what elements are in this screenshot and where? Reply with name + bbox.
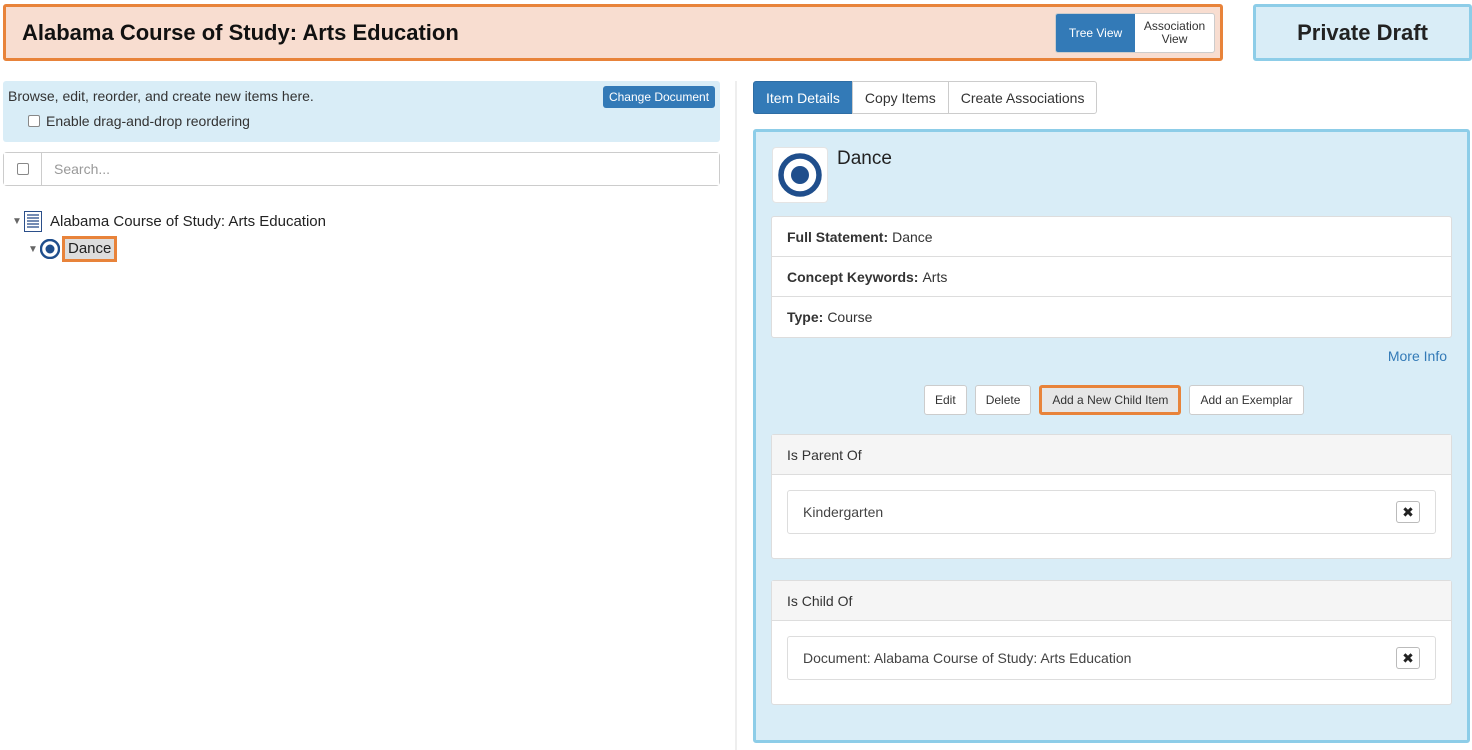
detail-tabs: Item Details Copy Items Create Associati…	[753, 81, 1098, 114]
browse-info-box: Browse, edit, reorder, and create new it…	[3, 81, 720, 142]
property-value: Course	[827, 309, 873, 325]
tree-item-dance[interactable]: Dance	[62, 236, 118, 262]
status-badge: Private Draft	[1253, 4, 1472, 61]
is-parent-of-heading: Is Parent Of	[772, 435, 1451, 475]
tab-item-details[interactable]: Item Details	[753, 81, 853, 114]
property-concept-keywords: Concept Keywords: Arts	[772, 257, 1451, 297]
tree-root-label[interactable]: Alabama Course of Study: Arts Education	[50, 213, 326, 230]
property-key: Concept Keywords:	[787, 268, 919, 285]
tree-child-row[interactable]: ▼ Dance	[28, 236, 118, 262]
item-details-panel: Dance Full Statement: Dance Concept Keyw…	[753, 129, 1470, 743]
item-properties: Full Statement: Dance Concept Keywords: …	[771, 216, 1452, 338]
document-header: Alabama Course of Study: Arts Education …	[3, 4, 1223, 61]
expand-arrow-icon[interactable]: ▼	[12, 216, 24, 227]
is-child-of-heading: Is Child Of	[772, 581, 1451, 621]
document-icon	[24, 211, 42, 232]
property-value: Dance	[892, 228, 933, 245]
info-text: Browse, edit, reorder, and create new it…	[8, 88, 314, 104]
is-parent-of-panel: Is Parent Of Kindergarten ✖	[771, 434, 1452, 559]
document-title: Alabama Course of Study: Arts Education	[22, 20, 459, 45]
select-all-checkbox[interactable]	[16, 163, 29, 175]
property-value: Arts	[922, 268, 948, 285]
target-icon	[777, 152, 823, 198]
add-exemplar-button[interactable]: Add an Exemplar	[1189, 385, 1304, 415]
edit-button[interactable]: Edit	[924, 385, 967, 415]
property-type: Type: Course	[772, 297, 1451, 337]
tab-copy-items[interactable]: Copy Items	[851, 81, 949, 114]
drag-drop-toggle: Enable drag-and-drop reordering	[28, 113, 250, 129]
drag-drop-label: Enable drag-and-drop reordering	[46, 113, 250, 129]
view-toggle: Tree View Association View	[1055, 13, 1215, 53]
remove-association-button[interactable]: ✖	[1396, 647, 1420, 669]
tree-root-row[interactable]: ▼ Alabama Course of Study: Arts Educatio…	[12, 211, 326, 232]
panel-divider	[735, 81, 737, 750]
is-child-of-panel: Is Child Of Document: Alabama Course of …	[771, 580, 1452, 705]
tab-create-associations[interactable]: Create Associations	[947, 81, 1098, 114]
property-full-statement: Full Statement: Dance	[772, 217, 1451, 257]
change-document-button[interactable]: Change Document	[603, 86, 715, 108]
association-item: Kindergarten ✖	[787, 490, 1436, 534]
close-icon: ✖	[1402, 649, 1414, 666]
more-info-link[interactable]: More Info	[1388, 348, 1447, 364]
tree-view-button[interactable]: Tree View	[1056, 14, 1135, 52]
association-label: Kindergarten	[803, 504, 884, 520]
close-icon: ✖	[1402, 503, 1414, 520]
delete-button[interactable]: Delete	[974, 385, 1032, 415]
add-child-item-button[interactable]: Add a New Child Item	[1039, 385, 1182, 415]
property-key: Type:	[787, 309, 824, 325]
item-actions: Edit Delete Add a New Child Item Add an …	[924, 385, 1312, 415]
item-icon-box	[772, 147, 828, 203]
select-all-addon	[4, 153, 42, 185]
property-key: Full Statement:	[787, 228, 889, 245]
target-icon	[40, 239, 60, 259]
association-label: Document: Alabama Course of Study: Arts …	[803, 650, 1132, 666]
association-item: Document: Alabama Course of Study: Arts …	[787, 636, 1436, 680]
drag-drop-checkbox[interactable]	[28, 115, 40, 127]
association-view-button[interactable]: Association View	[1135, 14, 1214, 52]
expand-arrow-icon[interactable]: ▼	[28, 244, 40, 255]
remove-association-button[interactable]: ✖	[1396, 501, 1420, 523]
item-title: Dance	[837, 148, 892, 169]
search-bar	[3, 152, 720, 186]
search-input[interactable]	[42, 153, 719, 185]
